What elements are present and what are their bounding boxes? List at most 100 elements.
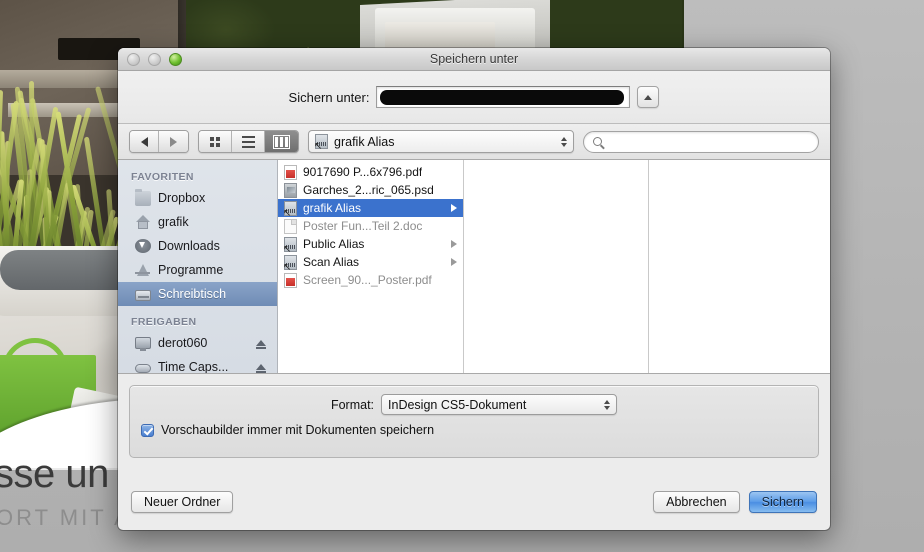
file-column-1: 9017690 P...6x796.pdf Garches_2...ric_06… [278,160,464,373]
dialog-footer: Neuer Ordner Abbrechen Sichern [118,474,830,530]
alias-icon [284,255,297,270]
list-item[interactable]: Scan Alias [278,253,463,271]
column-view-button[interactable] [265,131,298,152]
list-icon [242,136,255,148]
chevron-up-icon [644,95,652,100]
filename-input[interactable] [376,86,630,108]
background-headline: sse un [0,452,109,497]
list-item[interactable]: 9017690 P...6x796.pdf [278,163,463,181]
disclosure-triangle-icon [451,258,457,266]
format-label: Format: [331,398,374,412]
disclosure-triangle-icon [451,240,457,248]
file-column-3[interactable] [649,160,830,373]
list-view-button[interactable] [232,131,265,152]
preview-checkbox[interactable] [141,424,154,437]
columns-icon [273,135,290,149]
minimize-button[interactable] [148,53,161,66]
format-value: InDesign CS5-Dokument [388,398,526,412]
forward-button[interactable] [159,131,188,152]
save-button[interactable]: Sichern [749,491,817,513]
file-name: Screen_90..._Poster.pdf [303,273,432,287]
sidebar-item-label: grafik [158,215,189,229]
save-as-row: Sichern unter: [118,71,830,124]
timecapsule-icon [135,364,151,373]
redaction-bar [380,90,624,105]
sidebar-item-dropbox[interactable]: Dropbox [118,186,277,210]
popup-arrows-icon [604,400,610,410]
monitor-icon [135,337,151,349]
list-item[interactable]: Screen_90..._Poster.pdf [278,271,463,289]
file-name: Garches_2...ric_065.psd [303,183,434,197]
dialog-titlebar[interactable]: Speichern unter [118,48,830,71]
save-dialog: Speichern unter Sichern unter: ↗ grafik … [118,48,830,530]
window-controls [127,53,182,66]
disclosure-triangle-icon [451,204,457,212]
sidebar-item-schreibtisch[interactable]: Schreibtisch [118,282,277,306]
close-button[interactable] [127,53,140,66]
list-item-selected[interactable]: grafik Alias [278,199,463,217]
location-popup-button[interactable]: grafik Alias [308,130,574,153]
grid-icon [210,137,220,147]
list-item[interactable]: Public Alias [278,235,463,253]
sidebar-item-label: Time Caps... [158,360,228,373]
format-popup-button[interactable]: InDesign CS5-Dokument [381,394,617,415]
pdf-icon [284,165,297,180]
applications-icon [135,263,151,278]
file-name: 9017690 P...6x796.pdf [303,165,422,179]
eject-icon[interactable] [256,364,266,370]
dialog-title: Speichern unter [118,48,830,71]
chevron-left-icon [141,137,148,147]
cancel-button[interactable]: Abbrechen [653,491,739,513]
search-field[interactable] [583,131,819,153]
save-as-label: Sichern unter: [289,90,370,105]
format-row: Format: InDesign CS5-Dokument [130,386,818,423]
icon-view-button[interactable] [199,131,232,152]
list-item[interactable]: Garches_2...ric_065.psd [278,181,463,199]
sidebar-item-time-capsule[interactable]: Time Caps... [118,355,277,373]
file-name: Public Alias [303,237,364,251]
popup-arrows-icon [561,137,567,147]
desktop-icon [135,290,151,301]
sidebar-header-freigaben: FREIGABEN [118,306,277,331]
expand-dialog-button[interactable] [637,86,659,108]
downloads-icon [135,239,151,253]
list-item[interactable]: Poster Fun...Teil 2.doc [278,217,463,235]
file-browser: FAVORITEN Dropbox grafik Downloads Progr… [118,160,830,374]
footer-actions: Abbrechen Sichern [653,491,817,513]
search-input[interactable] [608,135,809,149]
home-icon [135,215,151,230]
chevron-right-icon [170,137,177,147]
file-name: Scan Alias [303,255,359,269]
sidebar-item-grafik[interactable]: grafik [118,210,277,234]
sidebar-item-programme[interactable]: Programme [118,258,277,282]
sidebar-item-downloads[interactable]: Downloads [118,234,277,258]
sidebar-item-label: derot060 [158,336,207,350]
zoom-button[interactable] [169,53,182,66]
sidebar: FAVORITEN Dropbox grafik Downloads Progr… [118,160,278,373]
navigation-segmented-control [129,130,189,153]
alias-icon [284,237,297,252]
file-column-2[interactable] [464,160,649,373]
doc-icon [284,219,297,234]
location-popup-label: grafik Alias [334,135,394,149]
alias-icon [315,134,328,149]
sidebar-item-label: Downloads [158,239,220,253]
file-name: grafik Alias [303,201,361,215]
preview-checkbox-label: Vorschaubilder immer mit Dokumenten spei… [161,423,434,437]
sidebar-item-label: Schreibtisch [158,287,226,301]
folder-icon [135,191,151,206]
view-mode-segmented-control [198,130,299,153]
sidebar-header-favoriten: FAVORITEN [118,167,277,186]
dialog-toolbar: grafik Alias [118,124,830,160]
sidebar-item-label: Dropbox [158,191,205,205]
psd-icon [284,183,297,198]
file-name: Poster Fun...Teil 2.doc [303,219,422,233]
new-folder-button[interactable]: Neuer Ordner [131,491,233,513]
options-panel: Format: InDesign CS5-Dokument Vorschaubi… [129,385,819,458]
search-icon [593,137,602,146]
sidebar-item-derot060[interactable]: derot060 [118,331,277,355]
eject-icon[interactable] [256,340,266,346]
alias-icon [284,201,297,216]
preview-checkbox-row[interactable]: Vorschaubilder immer mit Dokumenten spei… [130,423,818,437]
back-button[interactable] [130,131,159,152]
